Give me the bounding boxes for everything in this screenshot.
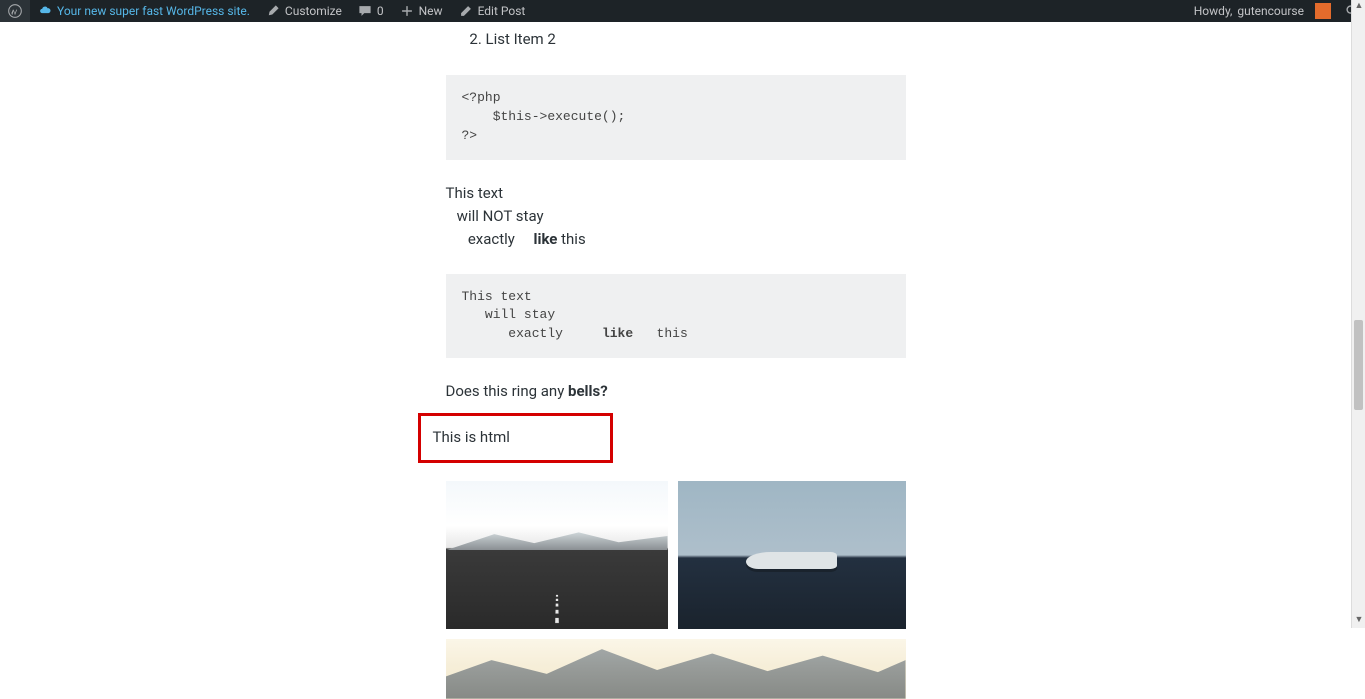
paragraph-notstay: This text will NOT stay exactly like thi… (446, 182, 906, 252)
site-name-link[interactable]: Your new super fast WordPress site. (30, 0, 258, 22)
gallery-image-plane-wreck[interactable] (678, 481, 906, 629)
list-item: List Item 2 (486, 26, 906, 53)
site-title: Your new super fast WordPress site. (57, 2, 250, 21)
new-link[interactable]: New (392, 0, 451, 22)
comments-count: 0 (377, 2, 384, 21)
customize-label: Customize (285, 2, 342, 21)
gallery-image-mountains[interactable] (446, 639, 906, 699)
admin-bar: Your new super fast WordPress site. Cust… (0, 0, 1365, 22)
username: gutencourse (1237, 2, 1304, 21)
new-label: New (419, 2, 443, 21)
ordered-list: List Item 2 (446, 26, 906, 53)
comments-link[interactable]: 0 (350, 0, 392, 22)
comment-icon (358, 4, 372, 18)
plus-icon (400, 4, 414, 18)
admin-bar-left: Your new super fast WordPress site. Cust… (0, 0, 1186, 22)
edit-post-label: Edit Post (478, 2, 526, 21)
brush-icon (266, 4, 280, 18)
howdy-prefix: Howdy, (1194, 2, 1233, 21)
gallery-row (446, 481, 906, 629)
cloud-icon (38, 4, 52, 18)
gallery-image-road[interactable] (446, 481, 668, 629)
html-block-text: This is html (433, 428, 510, 446)
code-block-php: <?php $this->execute(); ?> (446, 75, 906, 160)
customize-link[interactable]: Customize (258, 0, 350, 22)
content-area: List Item 2 <?php $this->execute(); ?> T… (0, 0, 1365, 699)
entry-content: List Item 2 <?php $this->execute(); ?> T… (446, 22, 906, 699)
code-block-verbatim: This text will stay exactly like this (446, 274, 906, 359)
wp-logo-menu[interactable] (0, 0, 30, 22)
my-account-link[interactable]: Howdy, gutencourse (1186, 0, 1339, 22)
paragraph-bells: Does this ring any bells? (446, 380, 906, 403)
scrollbar-thumb[interactable] (1354, 320, 1363, 410)
html-block-highlighted: This is html (418, 413, 613, 462)
gallery-block (446, 481, 906, 699)
edit-post-link[interactable]: Edit Post (451, 0, 534, 22)
page-scrollbar[interactable]: ▲ ▼ (1351, 0, 1365, 628)
pencil-icon (459, 4, 473, 18)
scroll-up-arrow-icon[interactable]: ▲ (1352, 0, 1365, 14)
avatar (1315, 3, 1331, 19)
scroll-down-arrow-icon[interactable]: ▼ (1352, 614, 1365, 628)
admin-bar-right: Howdy, gutencourse (1186, 0, 1365, 22)
wordpress-icon (8, 4, 22, 18)
